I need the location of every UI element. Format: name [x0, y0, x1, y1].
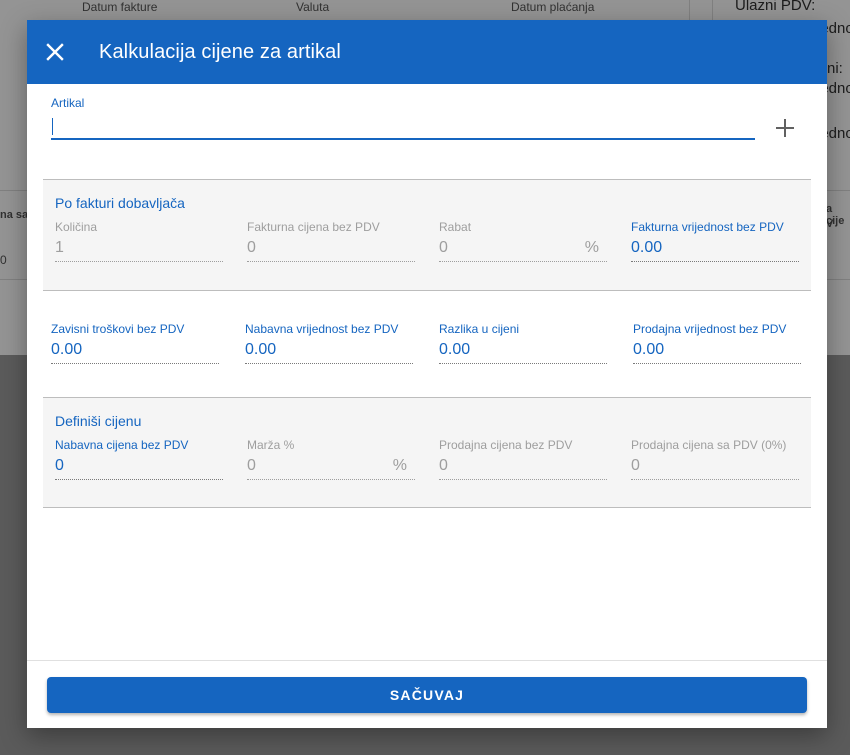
fakturna-cijena-input: 0 [247, 238, 415, 262]
field-kolicina: Količina 1 [55, 220, 223, 262]
field-label: Prodajna vrijednost bez PDV [633, 322, 787, 336]
percent-suffix: % [584, 239, 599, 256]
dialog-title: Kalkulacija cijene za artikal [99, 40, 341, 63]
nabavna-cijena-input[interactable]: 0 [55, 456, 223, 480]
add-artikal-button[interactable] [771, 114, 799, 142]
kolicina-input: 1 [55, 238, 223, 262]
text-caret [52, 118, 53, 135]
price-calculation-dialog: Kalkulacija cijene za artikal Artikal Po… [27, 20, 827, 728]
field-prodajna-vrijednost: Prodajna vrijednost bez PDV 0.00 [633, 322, 801, 364]
section-title: Definiši cijenu [55, 413, 142, 429]
field-label: Zavisni troškovi bez PDV [51, 322, 185, 336]
field-value: 0.00 [439, 341, 471, 358]
rabat-input: 0% [439, 238, 607, 262]
field-label: Fakturna vrijednost bez PDV [631, 220, 784, 234]
field-label: Marža % [247, 438, 295, 452]
fakturna-vrijednost-input[interactable]: 0.00 [631, 238, 799, 262]
field-label: Fakturna cijena bez PDV [247, 220, 380, 234]
field-value: 0 [631, 457, 640, 474]
artikal-label: Artikal [51, 96, 85, 110]
zavisni-troskovi-input[interactable]: 0.00 [51, 340, 219, 364]
field-razlika-u-cijeni: Razlika u cijeni 0.00 [439, 322, 607, 364]
field-value: 0.00 [633, 341, 665, 358]
field-nabavna-vrijednost: Nabavna vrijednost bez PDV 0.00 [245, 322, 413, 364]
field-nabavna-cijena: Nabavna cijena bez PDV 0 [55, 438, 223, 480]
field-value: 0.00 [245, 341, 277, 358]
field-value: 0.00 [51, 341, 83, 358]
field-rabat: Rabat 0% [439, 220, 607, 262]
field-fakturna-cijena: Fakturna cijena bez PDV 0 [247, 220, 415, 262]
section-definisi-cijenu: Definiši cijenu Nabavna cijena bez PDV 0… [43, 397, 811, 508]
field-label: Razlika u cijeni [439, 322, 520, 336]
field-fakturna-vrijednost: Fakturna vrijednost bez PDV 0.00 [631, 220, 799, 262]
field-value: 0 [247, 457, 256, 474]
field-label: Prodajna cijena sa PDV (0%) [631, 438, 787, 452]
razlika-u-cijeni-input[interactable]: 0.00 [439, 340, 607, 364]
dialog-header: Kalkulacija cijene za artikal [27, 20, 827, 84]
footer-divider [27, 660, 827, 661]
field-label: Količina [55, 220, 98, 234]
field-label: Nabavna cijena bez PDV [55, 438, 189, 452]
field-prodajna-cijena-bez-pdv: Prodajna cijena bez PDV 0 [439, 438, 607, 480]
field-label: Prodajna cijena bez PDV [439, 438, 573, 452]
prodajna-cijena-sa-pdv-input: 0 [631, 456, 799, 480]
section-vrijednosti: Zavisni troškovi bez PDV 0.00 Nabavna vr… [43, 290, 811, 397]
field-zavisni-troskovi: Zavisni troškovi bez PDV 0.00 [51, 322, 219, 364]
field-marza: Marža % 0% [247, 438, 415, 480]
save-button[interactable]: SAČUVAJ [47, 677, 807, 713]
section-po-fakturi: Po fakturi dobavljača Količina 1 Fakturn… [43, 179, 811, 290]
field-label: Rabat [439, 220, 472, 234]
close-icon [46, 43, 64, 61]
field-value: 0 [55, 457, 64, 474]
prodajna-cijena-bez-pdv-input: 0 [439, 456, 607, 480]
section-title: Po fakturi dobavljača [55, 195, 185, 211]
field-prodajna-cijena-sa-pdv: Prodajna cijena sa PDV (0%) 0 [631, 438, 799, 480]
percent-suffix: % [392, 457, 407, 474]
field-value: 0 [439, 457, 448, 474]
artikal-input[interactable] [51, 114, 755, 140]
close-button[interactable] [27, 20, 83, 84]
nabavna-vrijednost-input[interactable]: 0.00 [245, 340, 413, 364]
field-value: 0 [247, 239, 256, 256]
field-value: 1 [55, 239, 64, 256]
artikal-field: Artikal [51, 96, 755, 140]
field-value: 0 [439, 239, 448, 256]
marza-input: 0% [247, 456, 415, 480]
field-value: 0.00 [631, 239, 663, 256]
field-label: Nabavna vrijednost bez PDV [245, 322, 399, 336]
plus-icon [776, 119, 794, 137]
prodajna-vrijednost-input[interactable]: 0.00 [633, 340, 801, 364]
